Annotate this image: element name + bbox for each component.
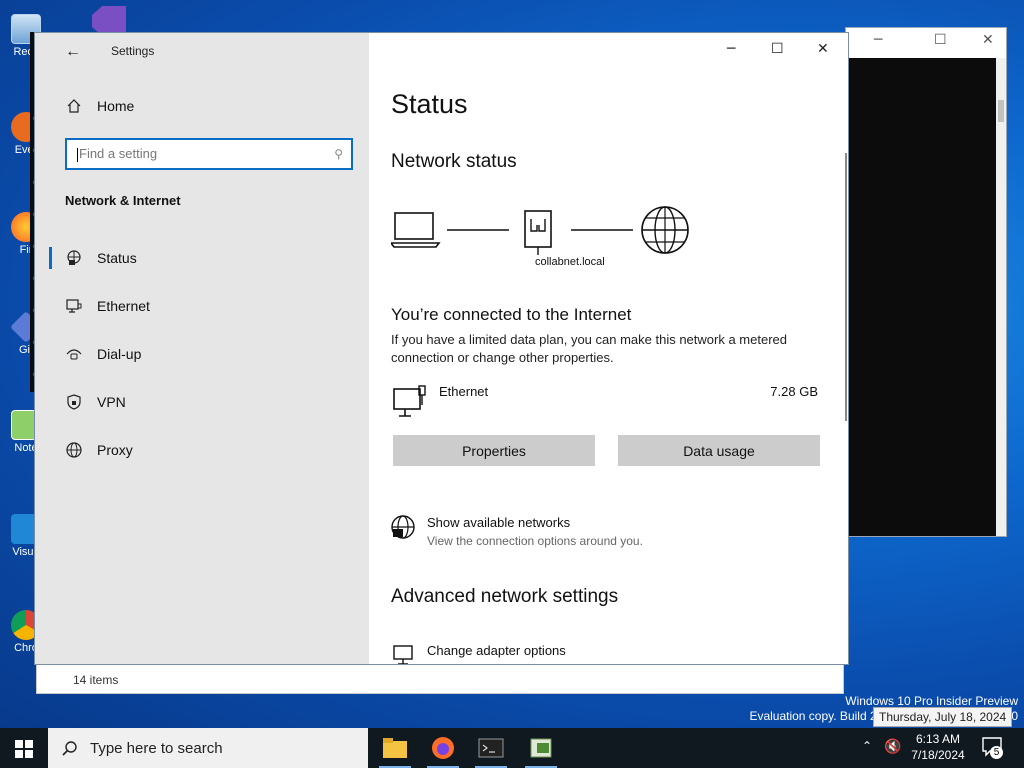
explorer-status: 14 items (73, 673, 119, 687)
sidebar-item-dialup[interactable]: Dial-up (65, 345, 141, 363)
taskbar: Type here to search ⌃ 🔇 6:13 AM 7/18/202… (0, 728, 1024, 768)
nav-home-label: Home (97, 98, 135, 114)
sidebar-item-ethernet[interactable]: Ethernet (65, 297, 150, 315)
data-used: 7.28 GB (770, 384, 818, 399)
taskbar-clock[interactable]: 6:13 AM 7/18/2024 (906, 731, 970, 763)
ethernet-icon (65, 297, 83, 315)
sidebar-item-status[interactable]: Status (65, 249, 137, 267)
sidebar-item-label: VPN (97, 394, 126, 410)
minimize-icon[interactable]: ─ (874, 32, 882, 48)
vpn-icon (65, 393, 83, 411)
clock-date: 7/18/2024 (911, 748, 965, 762)
close-icon[interactable]: ✕ (982, 32, 994, 48)
date-tooltip: Thursday, July 18, 2024 (873, 707, 1013, 727)
change-adapter-options-link[interactable]: Change adapter options (427, 643, 566, 658)
selected-indicator (49, 247, 52, 269)
sidebar-item-label: Proxy (97, 442, 133, 458)
file-explorer-window[interactable]: 14 items (36, 660, 844, 694)
start-button[interactable] (15, 740, 33, 763)
status-icon (65, 249, 83, 267)
nav-home[interactable]: Home (65, 97, 134, 115)
maximize-icon[interactable]: ☐ (771, 41, 784, 57)
minimize-icon[interactable]: ─ (727, 41, 735, 57)
available-networks-icon (391, 515, 415, 539)
close-icon[interactable]: ✕ (817, 41, 829, 57)
network-status-heading: Network status (391, 151, 517, 172)
adapter-options-icon (393, 645, 413, 664)
notification-center-icon[interactable]: 5 (982, 737, 1004, 762)
data-usage-button[interactable]: Data usage (618, 435, 820, 466)
maximize-icon[interactable]: ☐ (934, 32, 947, 48)
connected-heading: You’re connected to the Internet (391, 305, 632, 324)
proxy-icon (65, 441, 83, 459)
file-explorer-icon[interactable] (375, 733, 415, 768)
notification-count-badge: 5 (990, 746, 1003, 759)
settings-content: ─ ☐ ✕ Status Network status collabnet.lo… (369, 33, 848, 664)
globe-icon (641, 206, 689, 254)
firefox-icon[interactable] (423, 733, 463, 768)
show-available-networks-link[interactable]: Show available networks (427, 515, 570, 530)
advanced-heading: Advanced network settings (391, 586, 619, 607)
settings-search-input[interactable]: Find a setting ⚲ (65, 138, 353, 170)
terminal-icon[interactable] (471, 733, 511, 768)
search-icon[interactable]: ⚲ (334, 147, 343, 161)
background-terminal-window[interactable]: ─ ☐ ✕ (845, 27, 1007, 537)
adapter-name: Ethernet (439, 384, 489, 399)
show-hidden-icons-icon[interactable]: ⌃ (862, 739, 872, 753)
sidebar-item-proxy[interactable]: Proxy (65, 441, 133, 459)
sidebar-item-label: Dial-up (97, 346, 142, 362)
taskbar-search-box[interactable]: Type here to search (48, 728, 368, 768)
sidebar-item-vpn[interactable]: VPN (65, 393, 126, 411)
section-title: Network & Internet (65, 193, 181, 208)
home-icon (65, 97, 83, 115)
app-title: Settings (111, 44, 155, 58)
search-icon (62, 741, 77, 756)
volume-muted-icon[interactable]: 🔇 (884, 738, 901, 755)
clock-time: 6:13 AM (915, 732, 961, 746)
dialup-icon (65, 345, 83, 363)
back-arrow-icon[interactable]: ← (65, 43, 81, 61)
settings-window[interactable]: ← Settings Home Find a setting ⚲ Network… (34, 32, 849, 665)
router-icon (524, 210, 552, 255)
properties-button[interactable]: Properties (393, 435, 595, 466)
connected-description: If you have a limited data plan, you can… (391, 332, 787, 365)
show-available-networks-subtitle: View the connection options around you. (427, 534, 643, 548)
windows-logo-icon (15, 740, 33, 758)
page-title: Status (391, 89, 468, 119)
sidebar-item-label: Status (97, 250, 137, 266)
laptop-icon (391, 212, 441, 248)
terminal-scrollbar[interactable] (996, 58, 1006, 536)
content-scrollbar[interactable] (845, 153, 847, 421)
settings-sidebar: ← Settings Home Find a setting ⚲ Network… (35, 33, 369, 664)
search-placeholder: Find a setting (79, 146, 158, 161)
terminal-area[interactable] (848, 58, 996, 536)
network-name: collabnet.local (535, 256, 605, 268)
watermark-line2: Evaluation copy. Build 2 (749, 709, 877, 723)
taskbar-search-placeholder: Type here to search (90, 739, 223, 757)
notepad-icon[interactable] (521, 733, 561, 768)
sidebar-item-label: Ethernet (97, 298, 150, 314)
ethernet-pc-icon (393, 385, 426, 417)
